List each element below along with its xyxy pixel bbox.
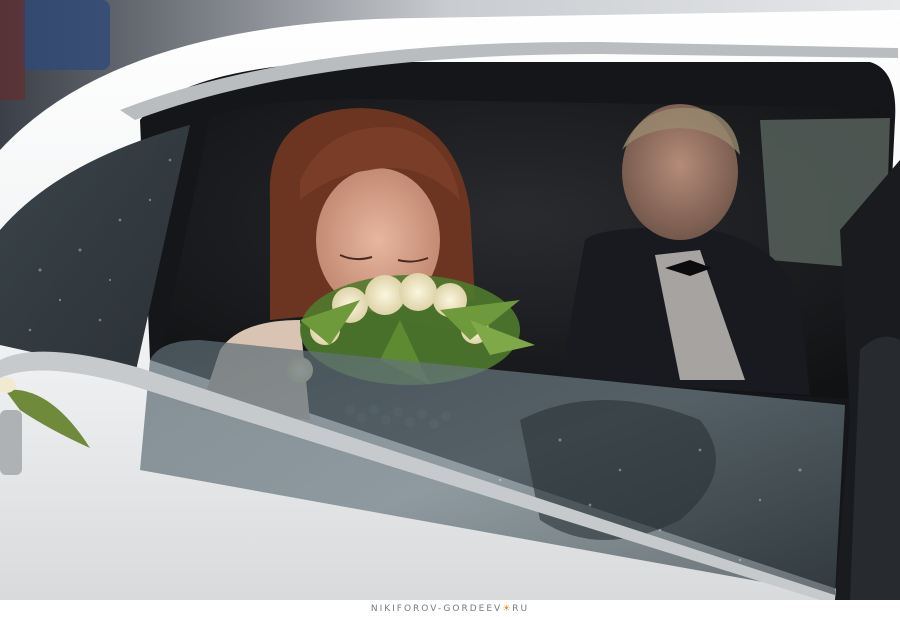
sun-icon: ☀ (502, 603, 513, 614)
photo (0, 0, 900, 600)
photo-canvas (0, 0, 900, 600)
watermark-text: NIKIFOROV-GORDEEV (370, 603, 503, 614)
background-car-red (0, 0, 25, 100)
door-handle (0, 410, 22, 475)
watermark-caption: NIKIFOROV-GORDEEV ☀ RU (0, 600, 900, 617)
watermark-domain: RU (512, 603, 530, 614)
background-car-blue (20, 0, 110, 70)
